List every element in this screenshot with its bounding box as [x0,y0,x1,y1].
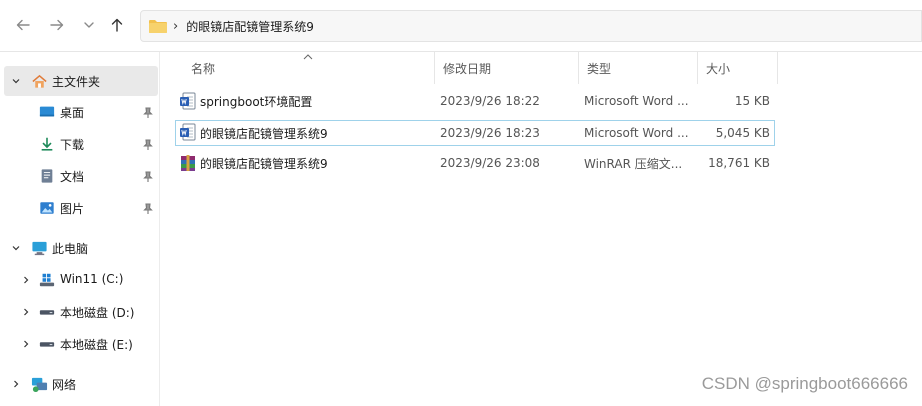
arrow-up-icon [111,18,123,32]
download-icon [38,135,56,153]
word-doc-icon [180,92,196,110]
file-date: 2023/9/26 23:08 [440,156,540,170]
forward-button[interactable] [46,14,68,36]
computer-icon [30,239,48,257]
address-toolbar: › 的眼镜店配镜管理系统9 [0,0,922,52]
folder-icon [149,20,167,33]
arrow-left-icon [16,19,30,31]
chevron-down-icon[interactable] [10,242,22,254]
sidebar-item-drive-e[interactable]: 本地磁盘 (E:) [0,329,158,359]
windows-drive-icon [38,271,56,289]
sidebar-item-this-pc[interactable]: 此电脑 [0,233,158,263]
file-row[interactable]: 的眼镜店配镜管理系统9 2023/9/26 23:08 WinRAR 压缩文..… [175,151,775,177]
chevron-right-icon[interactable] [20,306,32,318]
sidebar-item-desktop[interactable]: 桌面 [0,97,158,127]
chevron-right-icon[interactable] [20,274,32,286]
column-header-date[interactable]: 修改日期 [435,52,579,84]
network-icon [30,375,48,393]
arrow-right-icon [50,19,64,31]
chevron-right-icon[interactable] [10,378,22,390]
pin-icon[interactable] [142,139,154,151]
up-button[interactable] [106,14,128,36]
sidebar-item-network[interactable]: 网络 [0,369,158,399]
file-date: 2023/9/26 18:22 [440,94,540,108]
sidebar-item-label: 网络 [52,378,77,392]
chevron-right-icon[interactable] [20,338,32,350]
breadcrumb-current-folder[interactable]: 的眼镜店配镜管理系统9 [186,18,314,35]
sidebar-item-downloads[interactable]: 下载 [0,129,158,159]
watermark: CSDN @springboot666666 [701,374,908,393]
file-size: 5,045 KB [715,126,770,140]
desktop-icon [38,103,56,121]
breadcrumb-separator: › [173,18,179,34]
file-size: 18,761 KB [708,156,770,170]
file-list-pane: 名称 修改日期 类型 大小 springboot环境配置 2023/9/26 1… [161,52,922,406]
sidebar-item-pictures[interactable]: 图片 [0,193,158,223]
back-button[interactable] [12,14,34,36]
file-name: 的眼镜店配镜管理系统9 [200,126,328,141]
file-type: Microsoft Word ... [584,94,689,108]
sidebar-item-label: 本地磁盘 (D:) [60,306,135,320]
pin-icon[interactable] [142,203,154,215]
sidebar-item-drive-c[interactable]: Win11 (C:) [0,265,158,295]
file-name: 的眼镜店配镜管理系统9 [200,156,328,171]
file-type: WinRAR 压缩文... [584,156,683,171]
file-row[interactable]: springboot环境配置 2023/9/26 18:22 Microsoft… [175,89,775,115]
column-header-size[interactable]: 大小 [698,52,778,84]
chevron-down-icon [84,22,94,28]
sidebar-item-label: 主文件夹 [52,75,101,89]
file-name: springboot环境配置 [200,94,313,109]
home-icon [30,72,48,90]
recent-locations-button[interactable] [78,14,100,36]
sidebar-item-label: 下载 [60,138,85,152]
chevron-down-icon[interactable] [10,75,22,87]
document-icon [38,167,56,185]
pin-icon[interactable] [142,107,154,119]
drive-icon [38,303,56,321]
file-row[interactable]: 的眼镜店配镜管理系统9 2023/9/26 18:23 Microsoft Wo… [175,120,775,146]
navigation-pane: 主文件夹 桌面 下载 文档 图片 此电脑 Win11 (C:) 本地磁盘 (D:… [0,52,160,406]
file-type: Microsoft Word ... [584,126,689,140]
pin-icon[interactable] [142,171,154,183]
sidebar-item-drive-d[interactable]: 本地磁盘 (D:) [0,297,158,327]
file-size: 15 KB [734,94,770,108]
sidebar-item-label: 此电脑 [52,242,89,256]
sidebar-item-label: Win11 (C:) [60,272,124,286]
sidebar-item-documents[interactable]: 文档 [0,161,158,191]
winrar-archive-icon [181,155,195,171]
column-header-type[interactable]: 类型 [579,52,698,84]
pictures-icon [38,199,56,217]
sidebar-item-home[interactable]: 主文件夹 [4,66,158,96]
file-date: 2023/9/26 18:23 [440,126,540,140]
sidebar-item-label: 桌面 [60,106,85,120]
sidebar-item-label: 文档 [60,170,85,184]
word-doc-icon [180,123,196,141]
address-bar[interactable]: › 的眼镜店配镜管理系统9 [140,10,922,42]
column-header-name[interactable]: 名称 [183,52,435,84]
sidebar-item-label: 图片 [60,202,85,216]
drive-icon [38,335,56,353]
sidebar-item-label: 本地磁盘 (E:) [60,338,133,352]
